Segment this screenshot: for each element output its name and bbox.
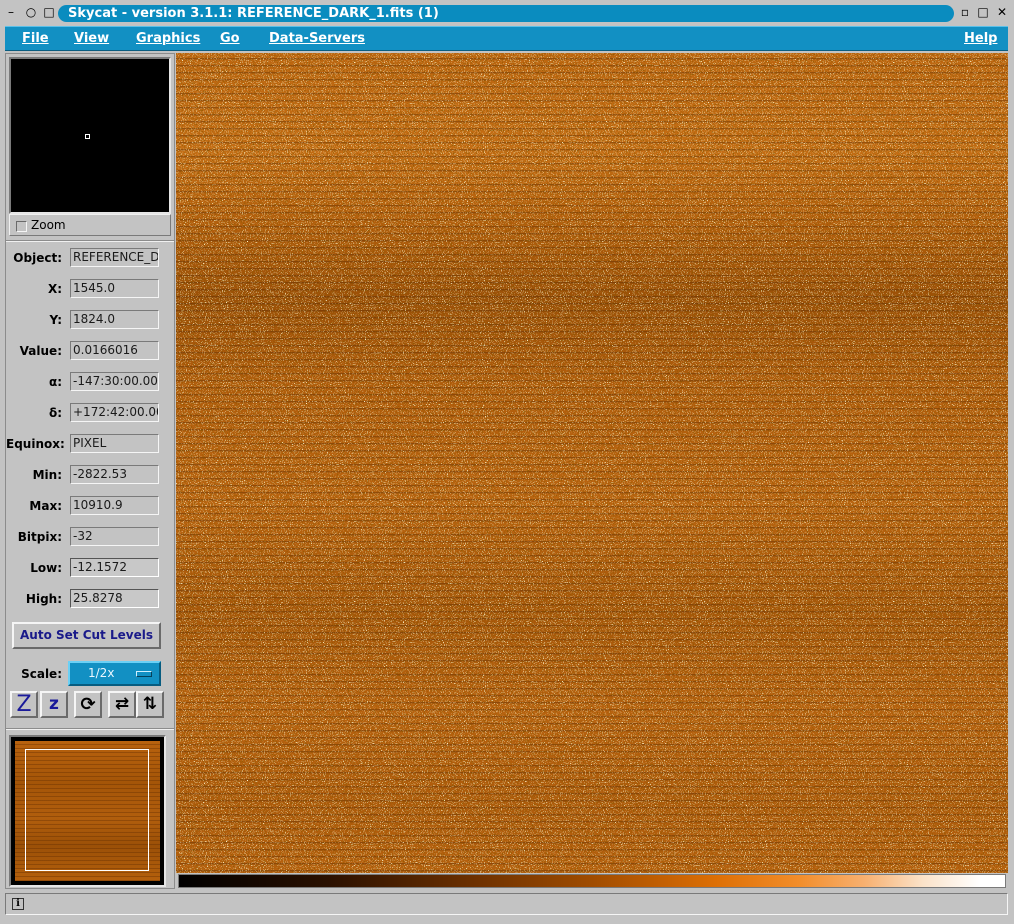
zoom-out-icon: z bbox=[49, 694, 59, 714]
dec-label: δ: bbox=[48, 406, 62, 420]
menu-graphics[interactable]: Graphics bbox=[136, 31, 200, 46]
window-title: Skycat - version 3.1.1: REFERENCE_DARK_1… bbox=[58, 5, 954, 22]
min-field[interactable]: -2822.53 bbox=[70, 465, 159, 484]
high-cut-input[interactable]: 25.8278 bbox=[70, 589, 159, 608]
scale-menu-button[interactable]: 1/2x bbox=[68, 661, 161, 686]
zoom-in-icon: Z bbox=[16, 692, 32, 717]
low-label: Low: bbox=[30, 561, 62, 575]
rotate-icon: ⟳ bbox=[80, 694, 96, 715]
zoom-toggle-row[interactable]: Zoom bbox=[9, 214, 171, 236]
minimize-icon[interactable]: ▫ bbox=[958, 5, 972, 19]
ra-label: α: bbox=[48, 375, 62, 389]
image-display[interactable] bbox=[176, 53, 1008, 873]
magnifier-window bbox=[9, 735, 166, 887]
zoom-checkbox[interactable] bbox=[16, 221, 27, 232]
title-bar: – ○ □ Skycat - version 3.1.1: REFERENCE_… bbox=[0, 0, 1014, 25]
info-icon: i bbox=[12, 898, 24, 910]
value-field[interactable]: 0.0166016 bbox=[70, 341, 159, 360]
menu-view[interactable]: View bbox=[74, 31, 109, 46]
window-menu-icon[interactable]: – bbox=[4, 5, 18, 19]
equinox-label: Equinox: bbox=[6, 437, 65, 451]
y-field[interactable]: 1824.0 bbox=[70, 310, 159, 329]
divider bbox=[6, 240, 174, 242]
y-label: Y: bbox=[49, 313, 62, 327]
panner-view-box[interactable] bbox=[85, 134, 90, 139]
status-bar: i bbox=[5, 893, 1008, 915]
equinox-field[interactable]: PIXEL bbox=[70, 434, 159, 453]
magnifier-region-box bbox=[25, 749, 149, 871]
low-cut-input[interactable]: -12.1572 bbox=[70, 558, 159, 577]
auto-set-cut-levels-button[interactable]: Auto Set Cut Levels bbox=[12, 622, 161, 649]
high-label: High: bbox=[25, 592, 62, 606]
max-label: Max: bbox=[29, 499, 62, 513]
panner-window[interactable] bbox=[9, 57, 171, 214]
menu-go[interactable]: Go bbox=[220, 31, 240, 46]
min-label: Min: bbox=[32, 468, 62, 482]
zoom-out-button[interactable]: z bbox=[40, 691, 68, 718]
rotate-button[interactable]: ⟳ bbox=[74, 691, 102, 718]
divider bbox=[6, 728, 174, 730]
scale-label: Scale: bbox=[21, 667, 62, 681]
control-panel: Zoom Object: REFERENCE_DARK_1 X: 1545.0 … bbox=[5, 53, 175, 889]
flip-x-button[interactable]: ⇄ bbox=[108, 691, 136, 718]
bitpix-label: Bitpix: bbox=[17, 530, 62, 544]
option-menu-indicator-icon bbox=[136, 671, 152, 677]
max-field[interactable]: 10910.9 bbox=[70, 496, 159, 515]
fits-image[interactable] bbox=[176, 53, 1008, 873]
window-restore-icon[interactable]: □ bbox=[42, 5, 56, 19]
menu-bar: File View Graphics Go Data-Servers Help bbox=[5, 26, 1008, 51]
zoom-in-button[interactable]: Z bbox=[10, 691, 38, 718]
object-field[interactable]: REFERENCE_DARK_1 bbox=[70, 248, 159, 267]
window-shade-icon[interactable]: ○ bbox=[24, 5, 38, 19]
dec-field[interactable]: +172:42:00.00 bbox=[70, 403, 159, 422]
flip-x-icon: ⇄ bbox=[114, 694, 130, 714]
x-field[interactable]: 1545.0 bbox=[70, 279, 159, 298]
menu-help[interactable]: Help bbox=[964, 31, 997, 46]
ra-field[interactable]: -147:30:00.000 bbox=[70, 372, 159, 391]
bitpix-field[interactable]: -32 bbox=[70, 527, 159, 546]
menu-file[interactable]: File bbox=[22, 31, 49, 46]
flip-y-button[interactable]: ⇅ bbox=[136, 691, 164, 718]
flip-y-icon: ⇅ bbox=[142, 694, 158, 714]
x-label: X: bbox=[47, 282, 62, 296]
object-label: Object: bbox=[13, 251, 62, 265]
colorbar[interactable] bbox=[178, 874, 1006, 888]
value-label: Value: bbox=[19, 344, 62, 358]
close-icon[interactable]: ✕ bbox=[995, 5, 1009, 19]
scale-value: 1/2x bbox=[88, 666, 115, 680]
maximize-icon[interactable]: □ bbox=[976, 5, 990, 19]
menu-data-servers[interactable]: Data-Servers bbox=[269, 31, 365, 46]
zoom-label: Zoom bbox=[31, 218, 66, 232]
